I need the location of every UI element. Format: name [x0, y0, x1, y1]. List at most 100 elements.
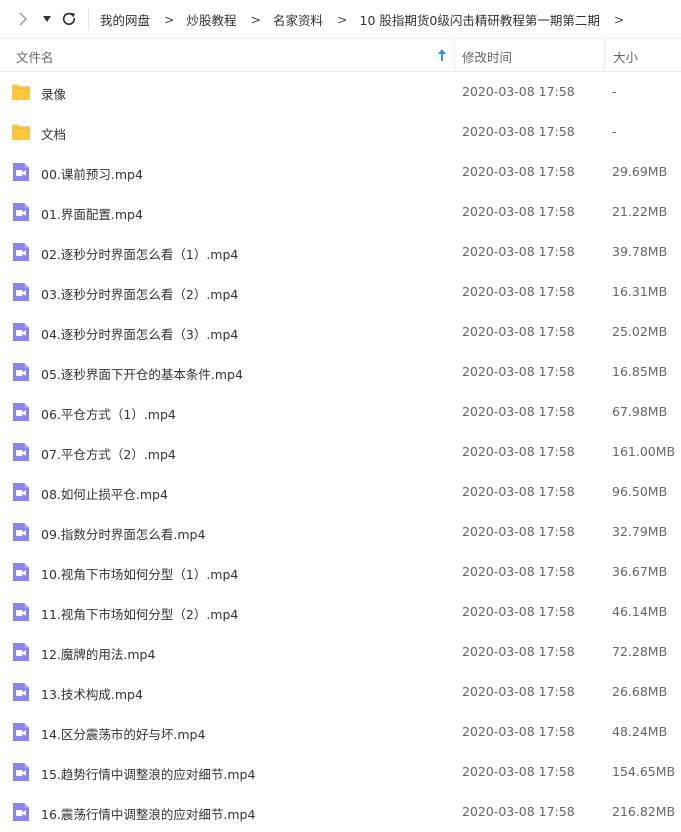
file-row[interactable]: 13.技术构成.mp4 2020-03-08 17:58 26.68MB — [0, 672, 681, 712]
video-file-icon — [11, 602, 31, 622]
folder-icon — [11, 122, 31, 142]
file-size: 26.68MB — [612, 684, 668, 699]
file-size: 67.98MB — [612, 404, 668, 419]
video-file-icon — [11, 642, 31, 662]
file-size: 21.22MB — [612, 204, 668, 219]
modified-time: 2020-03-08 17:58 — [462, 804, 575, 819]
modified-time: 2020-03-08 17:58 — [462, 124, 575, 139]
file-name[interactable]: 16.震荡行情中调整浪的应对细节.mp4 — [41, 804, 255, 823]
file-size: 216.82MB — [612, 804, 676, 819]
file-size: 96.50MB — [612, 484, 668, 499]
file-row[interactable]: 01.界面配置.mp4 2020-03-08 17:58 21.22MB — [0, 192, 681, 232]
chevron-right-icon[interactable] — [14, 10, 32, 28]
file-name[interactable]: 11.视角下市场如何分型（2）.mp4 — [41, 604, 238, 623]
file-row[interactable]: 09.指数分时界面怎么看.mp4 2020-03-08 17:58 32.79MB — [0, 512, 681, 552]
breadcrumb-item[interactable]: 炒股教程 — [187, 10, 237, 29]
column-divider[interactable] — [604, 39, 605, 71]
file-list-header: 文件名 修改时间 大小 — [0, 39, 681, 72]
file-name[interactable]: 12.魔牌的用法.mp4 — [41, 644, 155, 663]
video-file-icon — [11, 242, 31, 262]
file-name[interactable]: 06.平仓方式（1）.mp4 — [41, 404, 176, 423]
video-file-icon — [11, 482, 31, 502]
video-file-icon — [11, 442, 31, 462]
breadcrumb-separator: > — [164, 11, 175, 27]
file-row[interactable]: 05.逐秒界面下开仓的基本条件.mp4 2020-03-08 17:58 16.85… — [0, 352, 681, 392]
modified-time: 2020-03-08 17:58 — [462, 364, 575, 379]
column-divider[interactable] — [454, 39, 455, 71]
modified-time: 2020-03-08 17:58 — [462, 764, 575, 779]
file-row[interactable]: 03.逐秒分时界面怎么看（2）.mp4 2020-03-08 17:58 16.31… — [0, 272, 681, 312]
modified-time: 2020-03-08 17:58 — [462, 524, 575, 539]
file-size: 48.24MB — [612, 724, 668, 739]
breadcrumb-item[interactable]: 我的网盘 — [100, 10, 150, 29]
file-row[interactable]: 11.视角下市场如何分型（2）.mp4 2020-03-08 17:58 46.14… — [0, 592, 681, 632]
file-row[interactable]: 06.平仓方式（1）.mp4 2020-03-08 17:58 67.98MB — [0, 392, 681, 432]
column-header-size[interactable]: 大小 — [613, 47, 638, 66]
file-name[interactable]: 录像 — [41, 84, 66, 103]
sort-ascending-arrow-icon[interactable] — [437, 48, 447, 62]
file-name[interactable]: 07.平仓方式（2）.mp4 — [41, 444, 176, 463]
modified-time: 2020-03-08 17:58 — [462, 324, 575, 339]
column-header-time[interactable]: 修改时间 — [462, 47, 512, 66]
file-row[interactable]: 12.魔牌的用法.mp4 2020-03-08 17:58 72.28MB — [0, 632, 681, 672]
file-row[interactable]: 02.逐秒分时界面怎么看（1）.mp4 2020-03-08 17:58 39.78… — [0, 232, 681, 272]
video-file-icon — [11, 322, 31, 342]
file-size: 29.69MB — [612, 164, 668, 179]
caret-down-icon[interactable] — [42, 15, 52, 23]
file-row[interactable]: 10.视角下市场如何分型（1）.mp4 2020-03-08 17:58 36.67… — [0, 552, 681, 592]
video-file-icon — [11, 362, 31, 382]
breadcrumb-item[interactable]: 名家资料 — [273, 10, 323, 29]
file-row[interactable]: 15.趋势行情中调整浪的应对细节.mp4 2020-03-08 17:58 154.… — [0, 752, 681, 792]
video-file-icon — [11, 762, 31, 782]
file-name[interactable]: 15.趋势行情中调整浪的应对细节.mp4 — [41, 764, 255, 783]
file-name[interactable]: 09.指数分时界面怎么看.mp4 — [41, 524, 205, 543]
video-file-icon — [11, 202, 31, 222]
file-name[interactable]: 文档 — [41, 124, 66, 143]
folder-row[interactable]: 文档 2020-03-08 17:58 - — [0, 112, 681, 152]
file-name[interactable]: 04.逐秒分时界面怎么看（3）.mp4 — [41, 324, 238, 343]
video-file-icon — [11, 522, 31, 542]
modified-time: 2020-03-08 17:58 — [462, 484, 575, 499]
modified-time: 2020-03-08 17:58 — [462, 644, 575, 659]
modified-time: 2020-03-08 17:58 — [462, 724, 575, 739]
file-row[interactable]: 07.平仓方式（2）.mp4 2020-03-08 17:58 161.00MB — [0, 432, 681, 472]
breadcrumb: 我的网盘 > 炒股教程 > 名家资料 >10 股指期货0级闪击精研教程第一期第二期 > — [100, 0, 636, 38]
breadcrumb-item[interactable]: 10 股指期货0级闪击精研教程第一期第二期 — [360, 10, 600, 29]
file-row[interactable]: 08.如何止损平仓.mp4 2020-03-08 17:58 96.50MB — [0, 472, 681, 512]
file-name[interactable]: 05.逐秒界面下开仓的基本条件.mp4 — [41, 364, 243, 383]
modified-time: 2020-03-08 17:58 — [462, 204, 575, 219]
file-row[interactable]: 04.逐秒分时界面怎么看（3）.mp4 2020-03-08 17:58 25.02… — [0, 312, 681, 352]
toolbar-divider — [88, 8, 89, 30]
file-name[interactable]: 01.界面配置.mp4 — [41, 204, 143, 223]
file-name[interactable]: 02.逐秒分时界面怎么看（1）.mp4 — [41, 244, 238, 263]
file-row[interactable]: 14.区分震荡市的好与坏.mp4 2020-03-08 17:58 48.24MB — [0, 712, 681, 752]
file-name[interactable]: 13.技术构成.mp4 — [41, 684, 143, 703]
file-size: 46.14MB — [612, 604, 668, 619]
modified-time: 2020-03-08 17:58 — [462, 164, 575, 179]
modified-time: 2020-03-08 17:58 — [462, 244, 575, 259]
video-file-icon — [11, 722, 31, 742]
file-name[interactable]: 03.逐秒分时界面怎么看（2）.mp4 — [41, 284, 238, 303]
modified-time: 2020-03-08 17:58 — [462, 444, 575, 459]
file-size: - — [612, 84, 617, 99]
file-size: 154.65MB — [612, 764, 676, 779]
modified-time: 2020-03-08 17:58 — [462, 604, 575, 619]
video-file-icon — [11, 802, 31, 822]
file-row[interactable]: 00.课前预习.mp4 2020-03-08 17:58 29.69MB — [0, 152, 681, 192]
file-name[interactable]: 08.如何止损平仓.mp4 — [41, 484, 168, 503]
file-size: 161.00MB — [612, 444, 676, 459]
folder-icon — [11, 82, 31, 102]
folder-row[interactable]: 录像 2020-03-08 17:58 - — [0, 72, 681, 112]
file-name[interactable]: 10.视角下市场如何分型（1）.mp4 — [41, 564, 238, 583]
refresh-icon[interactable] — [60, 10, 78, 28]
modified-time: 2020-03-08 17:58 — [462, 564, 575, 579]
file-name[interactable]: 14.区分震荡市的好与坏.mp4 — [41, 724, 205, 743]
breadcrumb-separator: > — [250, 11, 261, 27]
file-list: 录像 2020-03-08 17:58 - 文档 2020-03-08 17:58 - 00… — [0, 72, 681, 832]
file-row[interactable]: 16.震荡行情中调整浪的应对细节.mp4 2020-03-08 17:58 216.… — [0, 792, 681, 832]
file-size: 32.79MB — [612, 524, 668, 539]
column-header-name[interactable]: 文件名 — [16, 47, 54, 66]
video-file-icon — [11, 162, 31, 182]
file-name[interactable]: 00.课前预习.mp4 — [41, 164, 143, 183]
file-size: - — [612, 124, 617, 139]
